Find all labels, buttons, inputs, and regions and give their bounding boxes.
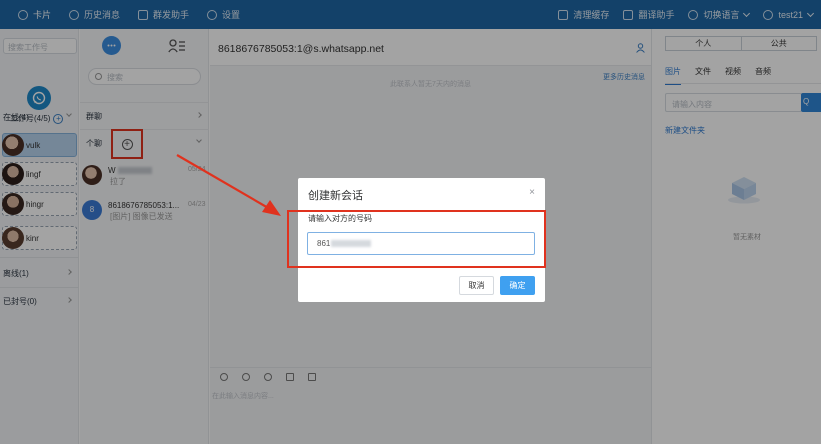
cancel-button[interactable]: 取消 xyxy=(459,276,494,295)
confirm-button[interactable]: 确定 xyxy=(500,276,535,295)
annotation-highlight-box xyxy=(287,210,546,268)
dialog-title: 创建新会话 xyxy=(308,190,363,202)
close-icon[interactable]: × xyxy=(529,187,535,198)
